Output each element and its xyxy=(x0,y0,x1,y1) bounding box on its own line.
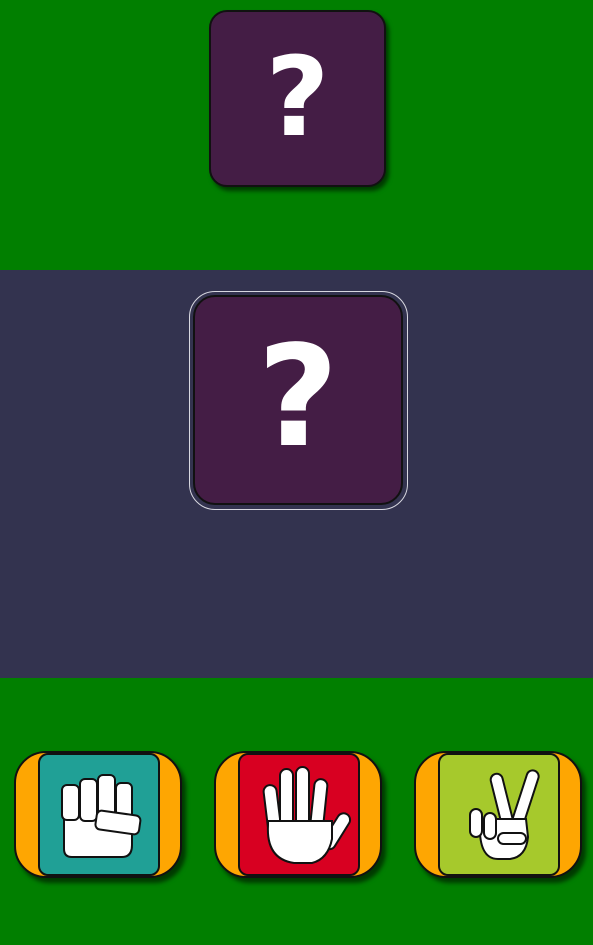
player-area: ? xyxy=(0,270,593,678)
opponent-question-mark: ? xyxy=(265,32,330,161)
scissors-button[interactable] xyxy=(414,751,582,878)
choice-bar xyxy=(0,678,593,945)
rock-face xyxy=(38,753,160,876)
paper-face xyxy=(238,753,360,876)
scissors-face xyxy=(438,753,560,876)
paper-button[interactable] xyxy=(214,751,382,878)
open-hand-icon xyxy=(262,766,352,864)
opponent-hidden-card: ? xyxy=(209,10,386,187)
player-question-mark: ? xyxy=(257,316,339,479)
rock-button[interactable] xyxy=(14,751,182,878)
fist-icon xyxy=(61,774,142,858)
victory-hand-icon xyxy=(469,769,540,860)
player-card-outline: ? xyxy=(189,291,408,510)
opponent-area: ? xyxy=(0,0,593,270)
player-hidden-card: ? xyxy=(193,295,403,505)
